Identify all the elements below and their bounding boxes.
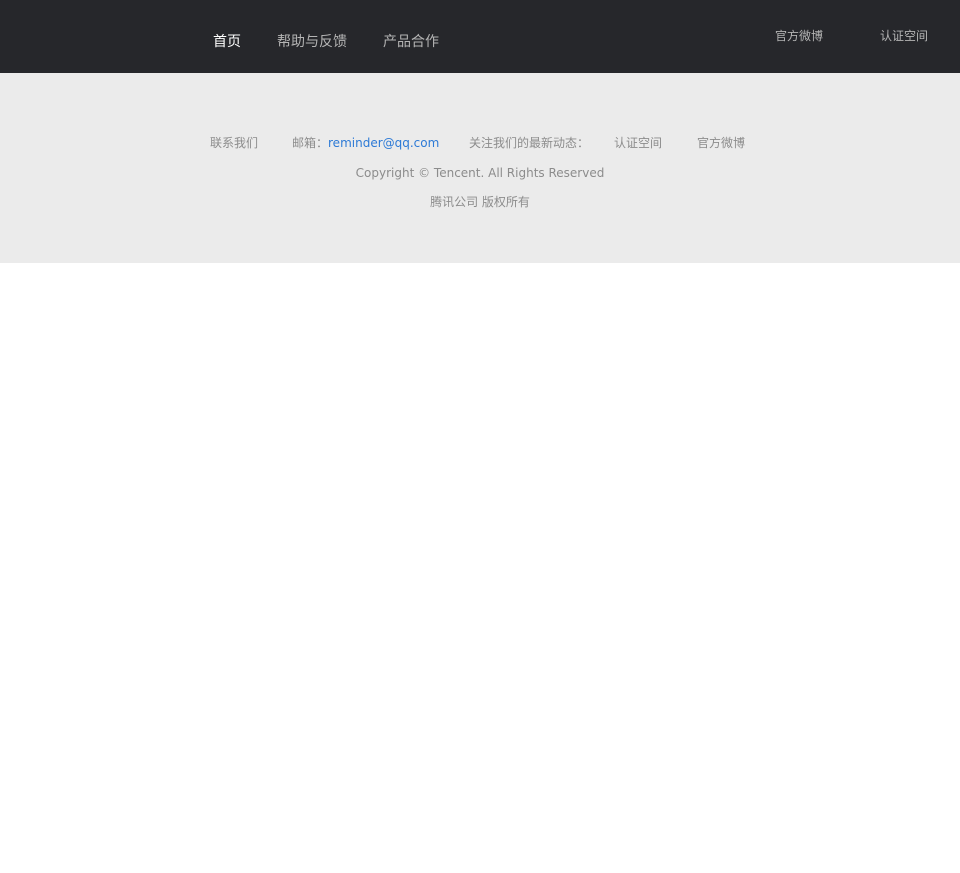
email-row: 邮箱：reminder@qq.com	[292, 134, 439, 152]
nav-product-cooperation[interactable]: 产品合作	[383, 32, 439, 52]
nav-help-feedback[interactable]: 帮助与反馈	[277, 32, 347, 52]
email-link[interactable]: reminder@qq.com	[328, 136, 439, 150]
top-navigation-bar: 首页 帮助与反馈 产品合作 官方微博 认证空间	[0, 0, 960, 73]
header-official-weibo-link[interactable]: 官方微博	[775, 27, 823, 45]
contact-us-link[interactable]: 联系我们	[210, 134, 258, 152]
footer-certified-space-link[interactable]: 认证空间	[614, 134, 662, 152]
copyright-text: Copyright © Tencent. All Rights Reserved	[355, 166, 605, 180]
header-certified-space-link[interactable]: 认证空间	[880, 27, 928, 45]
footer-official-weibo-link[interactable]: 官方微博	[697, 134, 745, 152]
follow-us-label: 关注我们的最新动态：	[469, 136, 590, 150]
nav-home[interactable]: 首页	[213, 32, 241, 52]
footer: 联系我们 邮箱：reminder@qq.com 关注我们的最新动态： 认证空间 …	[0, 73, 960, 263]
email-label: 邮箱：	[292, 136, 329, 150]
rights-reserved-text: 腾讯公司 版权所有	[430, 195, 530, 209]
